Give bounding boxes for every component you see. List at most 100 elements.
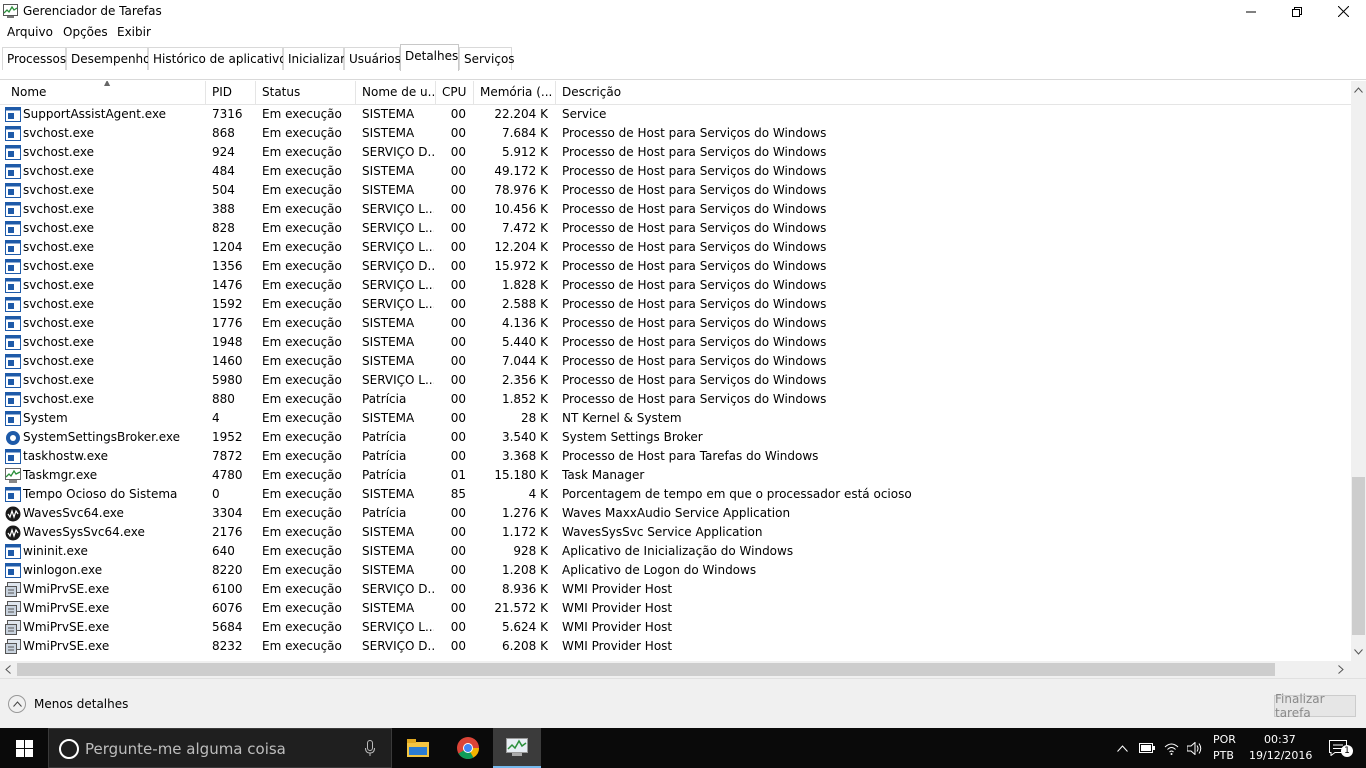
process-pid: 484 bbox=[212, 164, 235, 178]
process-name: svchost.exe bbox=[23, 221, 94, 235]
taskbar-chrome[interactable] bbox=[444, 728, 492, 768]
menu-exibir[interactable]: Exibir bbox=[117, 25, 151, 39]
process-description: WMI Provider Host bbox=[562, 601, 673, 615]
cortana-search-box[interactable]: Pergunte-me alguma coisa bbox=[48, 728, 392, 768]
column-header-status[interactable]: Status bbox=[256, 81, 356, 105]
table-row[interactable]: svchost.exe 1476 Em execução SERVIÇO L... 00… bbox=[0, 276, 1351, 295]
service-icon bbox=[5, 316, 21, 331]
process-cpu: 00 bbox=[450, 335, 466, 349]
table-row[interactable]: SystemSettingsBroker.exe 1952 Em execução P… bbox=[0, 428, 1351, 447]
process-memory: 21.572 K bbox=[494, 601, 548, 615]
process-cpu: 00 bbox=[450, 430, 466, 444]
vertical-scrollbar[interactable] bbox=[1351, 81, 1366, 661]
menu-arquivo[interactable]: Arquivo bbox=[7, 25, 53, 39]
scroll-down-icon[interactable] bbox=[1354, 649, 1363, 655]
table-row[interactable]: svchost.exe 868 Em execução SISTEMA 00 7.684 … bbox=[0, 124, 1351, 143]
table-row[interactable]: Taskmgr.exe 4780 Em execução Patrícia 01 15.1… bbox=[0, 466, 1351, 485]
tab-strip: Processos Desempenho Histórico de aplica… bbox=[0, 44, 1366, 80]
table-row[interactable]: Tempo Ocioso do Sistema 0 Em execução SISTE… bbox=[0, 485, 1351, 504]
input-language-button[interactable]: POR PTB bbox=[1208, 728, 1242, 768]
microphone-icon[interactable] bbox=[365, 740, 375, 757]
table-row[interactable]: svchost.exe 828 Em execução SERVIÇO L... 00 7… bbox=[0, 219, 1351, 238]
tab-detalhes[interactable]: Detalhes bbox=[400, 44, 459, 71]
process-description: Aplicativo de Inicialização do Windows bbox=[562, 544, 794, 558]
tab-usuarios[interactable]: Usuários bbox=[344, 47, 401, 70]
table-row[interactable]: svchost.exe 1356 Em execução SERVIÇO D... 00… bbox=[0, 257, 1351, 276]
column-header-memory[interactable]: Memória (... bbox=[474, 81, 556, 105]
table-row[interactable]: svchost.exe 1948 Em execução SISTEMA 00 5.440… bbox=[0, 333, 1351, 352]
table-row[interactable]: WmiPrvSE.exe 5684 Em execução SERVIÇO L... 0… bbox=[0, 618, 1351, 637]
wmi-icon bbox=[5, 601, 21, 616]
table-row[interactable]: svchost.exe 1460 Em execução SISTEMA 00 7.044… bbox=[0, 352, 1351, 371]
tab-historico[interactable]: Histórico de aplicativos bbox=[148, 47, 293, 70]
process-cpu: 00 bbox=[450, 392, 466, 406]
table-row[interactable]: svchost.exe 924 Em execução SERVIÇO D... 00 5… bbox=[0, 143, 1351, 162]
taskbar-file-explorer[interactable] bbox=[394, 728, 442, 768]
table-row[interactable]: taskhostw.exe 7872 Em execução Patrícia 00 3.… bbox=[0, 447, 1351, 466]
table-row[interactable]: WmiPrvSE.exe 6076 Em execução SISTEMA 00 21.5… bbox=[0, 599, 1351, 618]
process-pid: 880 bbox=[212, 392, 235, 406]
menu-opcoes[interactable]: Opções bbox=[63, 25, 108, 39]
table-row[interactable]: wininit.exe 640 Em execução SISTEMA 00 928 K A… bbox=[0, 542, 1351, 561]
process-memory: 12.204 K bbox=[494, 240, 548, 254]
end-task-button[interactable]: Finalizar tarefa bbox=[1274, 692, 1356, 720]
table-row[interactable]: svchost.exe 1204 Em execução SERVIÇO L... 00… bbox=[0, 238, 1351, 257]
column-header-pid[interactable]: PID bbox=[206, 81, 256, 105]
table-row[interactable]: svchost.exe 1592 Em execução SERVIÇO L... 00… bbox=[0, 295, 1351, 314]
table-row[interactable]: WmiPrvSE.exe 8232 Em execução SERVIÇO D... 0… bbox=[0, 637, 1351, 656]
table-row[interactable]: System 4 Em execução SISTEMA 00 28 K NT Kernel… bbox=[0, 409, 1351, 428]
column-header-description[interactable]: Descrição bbox=[556, 81, 1351, 105]
minimize-button[interactable] bbox=[1228, 0, 1274, 23]
process-pid: 1948 bbox=[212, 335, 243, 349]
action-center-button[interactable]: 1 bbox=[1318, 728, 1358, 768]
process-description: Processo de Host para Serviços do Window… bbox=[562, 259, 827, 273]
horizontal-scrollbar[interactable] bbox=[0, 661, 1351, 678]
scroll-up-icon[interactable] bbox=[1354, 87, 1363, 93]
process-memory: 3.540 K bbox=[501, 430, 548, 444]
scroll-right-icon[interactable] bbox=[1338, 665, 1344, 674]
start-button[interactable] bbox=[0, 728, 48, 768]
volume-tray-button[interactable] bbox=[1184, 728, 1206, 768]
table-row[interactable]: svchost.exe 504 Em execução SISTEMA 00 78.976… bbox=[0, 181, 1351, 200]
horizontal-scroll-thumb[interactable] bbox=[17, 663, 1275, 676]
table-row[interactable]: WmiPrvSE.exe 6100 Em execução SERVIÇO D... 0… bbox=[0, 580, 1351, 599]
tab-processos[interactable]: Processos bbox=[2, 47, 66, 70]
process-description: Processo de Host para Serviços do Window… bbox=[562, 221, 827, 235]
vertical-scroll-thumb[interactable] bbox=[1352, 477, 1365, 635]
process-description: Processo de Host para Serviços do Window… bbox=[562, 373, 827, 387]
clock-button[interactable]: 00:37 19/12/2016 bbox=[1244, 728, 1314, 768]
close-button[interactable] bbox=[1320, 0, 1366, 23]
network-tray-button[interactable] bbox=[1160, 728, 1182, 768]
table-row[interactable]: SupportAssistAgent.exe 7316 Em execução SIS… bbox=[0, 105, 1351, 124]
scroll-left-icon[interactable] bbox=[5, 665, 11, 674]
tab-servicos[interactable]: Serviços bbox=[459, 47, 515, 70]
taskbar-task-manager[interactable] bbox=[493, 728, 541, 768]
table-row[interactable]: svchost.exe 1776 Em execução SISTEMA 00 4.136… bbox=[0, 314, 1351, 333]
process-status: Em execução bbox=[262, 487, 342, 501]
less-details-button[interactable]: Menos detalhes bbox=[8, 695, 128, 713]
process-user: SISTEMA bbox=[362, 487, 415, 501]
process-name: WmiPrvSE.exe bbox=[23, 639, 110, 653]
process-cpu: 00 bbox=[450, 126, 466, 140]
table-row[interactable]: winlogon.exe 8220 Em execução SISTEMA 00 1.20… bbox=[0, 561, 1351, 580]
table-row[interactable]: svchost.exe 880 Em execução Patrícia 00 1.852… bbox=[0, 390, 1351, 409]
process-name: svchost.exe bbox=[23, 202, 94, 216]
service-icon bbox=[5, 544, 21, 559]
tab-desempenho[interactable]: Desempenho bbox=[66, 47, 151, 70]
table-row[interactable]: svchost.exe 5980 Em execução SERVIÇO L... 00… bbox=[0, 371, 1351, 390]
column-header-name[interactable]: Nome ▲ bbox=[5, 81, 206, 105]
column-header-cpu[interactable]: CPU bbox=[436, 81, 474, 105]
process-pid: 2176 bbox=[212, 525, 243, 539]
file-explorer-icon bbox=[407, 739, 429, 757]
table-row[interactable]: svchost.exe 388 Em execução SERVIÇO L... 00 1… bbox=[0, 200, 1351, 219]
table-row[interactable]: WavesSysSvc64.exe 2176 Em execução SISTEMA 0… bbox=[0, 523, 1351, 542]
restore-button[interactable] bbox=[1274, 0, 1320, 23]
column-header-user[interactable]: Nome de u... bbox=[356, 81, 436, 105]
process-description: Processo de Host para Serviços do Window… bbox=[562, 316, 827, 330]
battery-tray-button[interactable] bbox=[1136, 728, 1158, 768]
tab-inicializar[interactable]: Inicializar bbox=[283, 47, 345, 70]
tray-overflow-button[interactable] bbox=[1112, 728, 1132, 768]
table-row[interactable]: WavesSvc64.exe 3304 Em execução Patrícia 00 1… bbox=[0, 504, 1351, 523]
process-name: Tempo Ocioso do Sistema bbox=[23, 487, 178, 501]
table-row[interactable]: svchost.exe 484 Em execução SISTEMA 00 49.172… bbox=[0, 162, 1351, 181]
